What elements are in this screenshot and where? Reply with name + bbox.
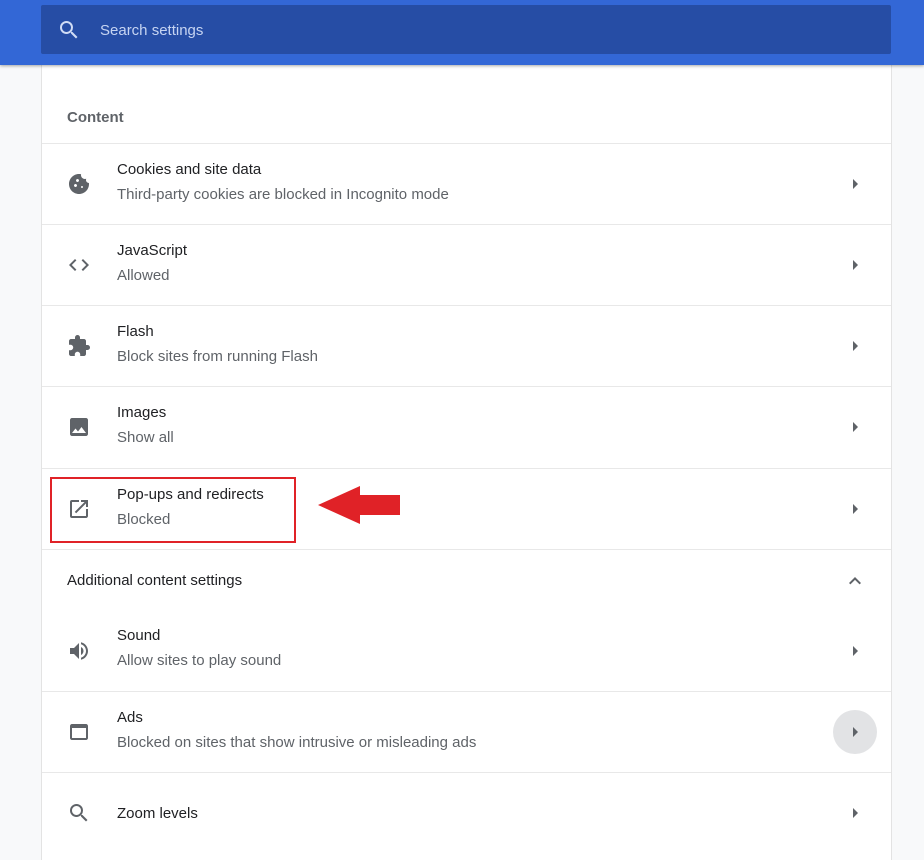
additional-content-settings-toggle[interactable]: Additional content settings — [42, 549, 891, 612]
row-label: Images — [117, 404, 167, 421]
chevron-right-icon[interactable] — [843, 253, 867, 277]
search-box[interactable] — [41, 5, 891, 56]
ads-window-icon — [67, 720, 91, 744]
search-icon — [67, 801, 91, 825]
top-bar — [0, 0, 924, 65]
row-label: Cookies and site data — [117, 161, 262, 178]
row-sublabel: Third-party cookies are blocked in Incog… — [117, 186, 449, 203]
row-zoom-levels[interactable]: Zoom levels — [42, 772, 891, 853]
row-ads[interactable]: Ads Blocked on sites that show intrusive… — [42, 691, 891, 772]
red-arrow-annotation — [318, 486, 400, 524]
chevron-right-icon[interactable] — [843, 801, 867, 825]
row-sublabel: Block sites from running Flash — [117, 348, 318, 365]
row-cookies[interactable]: Cookies and site data Third-party cookie… — [42, 143, 891, 224]
row-label: Sound — [117, 627, 161, 644]
settings-card: Content Cookies and site data Third-part… — [41, 60, 892, 860]
row-javascript[interactable]: JavaScript Allowed — [42, 224, 891, 305]
row-sublabel: Allowed — [117, 267, 170, 284]
search-icon[interactable] — [57, 5, 81, 54]
section-title-content: Content — [67, 109, 124, 126]
row-label: JavaScript — [117, 242, 188, 259]
row-label: Zoom levels — [117, 805, 198, 822]
chevron-right-icon[interactable] — [843, 415, 867, 439]
chevron-right-icon[interactable] — [843, 334, 867, 358]
chevron-right-icon[interactable] — [843, 497, 867, 521]
row-label: Flash — [117, 323, 154, 340]
search-input[interactable] — [98, 5, 862, 56]
chevron-up-icon[interactable] — [843, 569, 867, 593]
row-label: Ads — [117, 709, 143, 726]
section-title-additional: Additional content settings — [67, 572, 243, 589]
row-sublabel: Blocked on sites that show intrusive or … — [117, 734, 477, 751]
row-flash[interactable]: Flash Block sites from running Flash — [42, 305, 891, 386]
row-sublabel: Allow sites to play sound — [117, 652, 282, 669]
chevron-right-icon[interactable] — [843, 639, 867, 663]
row-sublabel: Show all — [117, 429, 174, 446]
volume-icon — [67, 639, 91, 663]
code-icon — [67, 253, 91, 277]
highlight-box — [50, 477, 296, 543]
chevron-right-icon[interactable] — [833, 710, 877, 754]
puzzle-icon — [67, 334, 91, 358]
chevron-right-icon[interactable] — [843, 172, 867, 196]
image-icon — [67, 415, 91, 439]
row-sound[interactable]: Sound Allow sites to play sound — [42, 610, 891, 691]
cookie-icon — [67, 172, 91, 196]
row-images[interactable]: Images Show all — [42, 386, 891, 467]
